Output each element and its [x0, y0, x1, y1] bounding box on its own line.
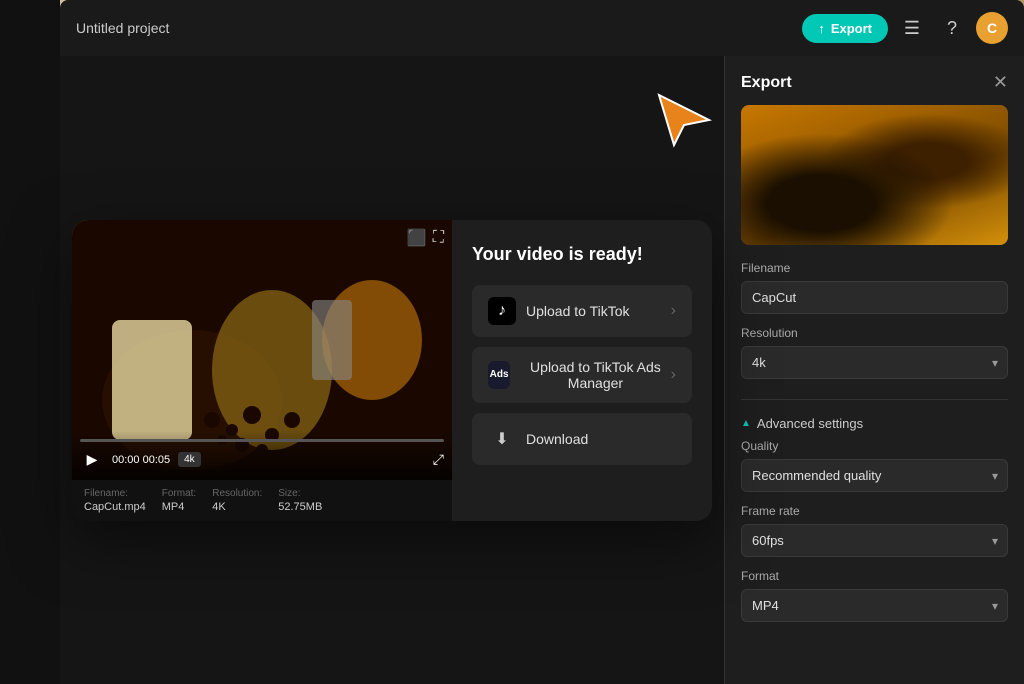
tiktok-icon: ♪	[488, 297, 516, 325]
chevron-right-icon-2: ›	[671, 366, 676, 384]
meta-size: Size: 52.75MB	[278, 488, 322, 513]
advanced-settings-toggle[interactable]: ▲ Advanced settings	[725, 408, 1024, 439]
meta-filename: Filename: CapCut.mp4	[84, 488, 146, 513]
resolution-label: Resolution	[741, 326, 1008, 340]
quality-select[interactable]: Recommended quality High quality Balance…	[741, 459, 1008, 492]
divider-1	[741, 399, 1008, 400]
filename-group: Filename	[725, 261, 1024, 326]
meta-filename-label: Filename:	[84, 488, 146, 499]
upload-ads-left: Ads Upload to TikTok Ads Manager	[488, 359, 671, 391]
play-button[interactable]: ▶	[80, 448, 104, 472]
left-sidebar	[0, 0, 60, 684]
format-group: Format MP4 MOV AVI	[725, 569, 1024, 634]
modal-overlay: ⬛ ⛶ ▶ 00:00	[60, 56, 724, 684]
progress-bar[interactable]	[80, 439, 444, 442]
subtitle-icon[interactable]: ⬛	[407, 228, 427, 248]
export-icon: ↑	[818, 21, 825, 36]
time-current: 00:00	[112, 454, 140, 466]
meta-resolution: Resolution: 4K	[212, 488, 262, 513]
quality-group: Quality Recommended quality High quality…	[725, 439, 1024, 504]
top-bar: Untitled project ↑ Export ☰ ? C	[60, 0, 1024, 56]
hamburger-button[interactable]: ☰	[896, 12, 928, 44]
resolution-select-wrapper: 4k 2k 1080p	[741, 346, 1008, 379]
upload-ads-button[interactable]: Ads Upload to TikTok Ads Manager ›	[472, 347, 692, 403]
video-frame-container: ⬛ ⛶ ▶ 00:00	[72, 220, 452, 480]
download-button[interactable]: ⬇ Download	[472, 413, 692, 465]
upload-tiktok-button[interactable]: ♪ Upload to TikTok ›	[472, 285, 692, 337]
download-arrow-icon: ⬇	[488, 425, 516, 453]
video-controls: ▶ 00:00 00:05 4k ⤢	[72, 431, 452, 480]
help-button[interactable]: ?	[936, 12, 968, 44]
export-panel-header: Export ✕	[725, 56, 1024, 105]
upload-tiktok-label: Upload to TikTok	[526, 303, 630, 319]
meta-format: Format: MP4	[162, 488, 196, 513]
export-panel-title: Export	[741, 74, 792, 92]
controls-left: ▶ 00:00 00:05 4k	[80, 448, 201, 472]
export-button[interactable]: ↑ Export	[802, 14, 888, 43]
quality-label: Quality	[741, 439, 1008, 453]
fullscreen-button[interactable]: ⤢	[433, 451, 444, 468]
meta-resolution-value: 4K	[212, 501, 262, 513]
ads-icon: Ads	[488, 361, 510, 389]
download-label: Download	[526, 431, 588, 447]
framerate-label: Frame rate	[741, 504, 1008, 518]
controls-row: ▶ 00:00 00:05 4k ⤢	[80, 448, 444, 472]
format-select-wrapper: MP4 MOV AVI	[741, 589, 1008, 622]
video-ready-modal: ⬛ ⛶ ▶ 00:00	[72, 220, 712, 521]
meta-resolution-label: Resolution:	[212, 488, 262, 499]
download-left: ⬇ Download	[488, 425, 588, 453]
framerate-select[interactable]: 60fps 30fps 24fps	[741, 524, 1008, 557]
meta-format-label: Format:	[162, 488, 196, 499]
quality-badge: 4k	[178, 452, 201, 467]
project-title: Untitled project	[76, 20, 169, 36]
filename-label: Filename	[741, 261, 1008, 275]
filename-input[interactable]	[741, 281, 1008, 314]
thumbnail-image	[741, 105, 1008, 245]
export-panel: Export ✕ Filename Resolution 4k 2k 1080p…	[724, 56, 1024, 684]
format-label: Format	[741, 569, 1008, 583]
upload-ads-label: Upload to TikTok Ads Manager	[520, 359, 670, 391]
modal-top-icons: ⬛ ⛶	[407, 228, 444, 248]
export-preview-thumbnail	[741, 105, 1008, 245]
app-background: Untitled project ↑ Export ☰ ? C ▷ Export…	[0, 0, 1024, 684]
resolution-group: Resolution 4k 2k 1080p	[725, 326, 1024, 391]
meta-filename-value: CapCut.mp4	[84, 501, 146, 513]
advanced-settings-label: Advanced settings	[757, 416, 863, 431]
user-avatar[interactable]: C	[976, 12, 1008, 44]
time-total: 00:05	[143, 454, 171, 466]
framerate-select-wrapper: 60fps 30fps 24fps	[741, 524, 1008, 557]
meta-size-label: Size:	[278, 488, 322, 499]
top-bar-actions: ↑ Export ☰ ? C	[802, 12, 1008, 44]
upload-tiktok-left: ♪ Upload to TikTok	[488, 297, 630, 325]
framerate-group: Frame rate 60fps 30fps 24fps	[725, 504, 1024, 569]
video-ready-title: Your video is ready!	[472, 244, 692, 265]
video-meta-info: Filename: CapCut.mp4 Format: MP4 Resolut…	[72, 480, 452, 521]
video-preview-pane: ⬛ ⛶ ▶ 00:00	[72, 220, 452, 521]
meta-format-value: MP4	[162, 501, 196, 513]
chevron-right-icon: ›	[671, 302, 676, 320]
meta-size-value: 52.75MB	[278, 501, 322, 513]
modal-actions-panel: Your video is ready! ♪ Upload to TikTok …	[452, 220, 712, 521]
modal-top: ⬛ ⛶ ▶ 00:00	[72, 220, 712, 521]
time-display: 00:00 00:05	[112, 454, 170, 466]
export-panel-close[interactable]: ✕	[993, 72, 1008, 93]
format-select[interactable]: MP4 MOV AVI	[741, 589, 1008, 622]
quality-select-wrapper: Recommended quality High quality Balance…	[741, 459, 1008, 492]
fullscreen-icon[interactable]: ⛶	[433, 228, 444, 248]
resolution-select[interactable]: 4k 2k 1080p	[741, 346, 1008, 379]
chevron-up-icon: ▲	[741, 418, 751, 429]
